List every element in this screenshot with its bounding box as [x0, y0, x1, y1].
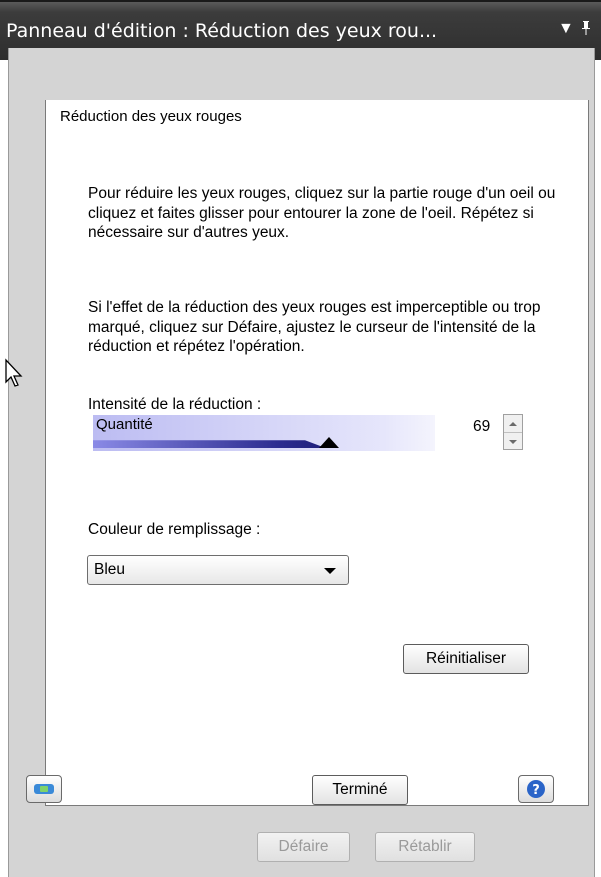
- spin-up-button[interactable]: [504, 415, 522, 432]
- help-icon: ?: [527, 780, 545, 798]
- arrow-up-icon: [509, 421, 517, 426]
- slider-label: Quantité: [96, 416, 153, 433]
- panel-frame: Réduction des yeux rouges Pour réduire l…: [8, 48, 595, 877]
- help-button[interactable]: ?: [518, 775, 554, 803]
- window-title: Panneau d'édition : Réduction des yeux r…: [6, 20, 438, 42]
- redo-button[interactable]: Rétablir: [375, 832, 475, 862]
- intensity-value[interactable]: 69: [473, 418, 490, 436]
- undo-button[interactable]: Défaire: [257, 832, 350, 862]
- panel-menu-icon[interactable]: ▼: [558, 20, 574, 38]
- slider-thumb[interactable]: [318, 437, 339, 448]
- intensity-label: Intensité de la réduction :: [88, 396, 262, 413]
- photo-tools-icon: [34, 784, 54, 794]
- mouse-cursor-icon: [5, 358, 23, 387]
- slider-track[interactable]: [93, 440, 326, 448]
- arrow-down-icon: [509, 439, 517, 444]
- instructions-paragraph: Pour réduire les yeux rouges, cliquez su…: [88, 185, 556, 241]
- panel-heading: Réduction des yeux rouges: [60, 108, 242, 125]
- reset-button[interactable]: Réinitialiser: [403, 644, 529, 674]
- intensity-slider[interactable]: Quantité: [93, 415, 435, 451]
- photo-tools-button[interactable]: [26, 775, 62, 803]
- edit-panel: Réduction des yeux rouges Pour réduire l…: [45, 100, 589, 806]
- pin-icon[interactable]: [580, 20, 592, 41]
- spin-down-button[interactable]: [504, 432, 522, 450]
- chevron-down-icon: [324, 568, 336, 574]
- help-paragraph: Si l'effet de la réduction des yeux roug…: [88, 299, 541, 355]
- fill-color-select[interactable]: Bleu: [87, 555, 349, 585]
- done-button[interactable]: Terminé: [312, 775, 408, 805]
- fill-color-label: Couleur de remplissage :: [88, 521, 261, 538]
- svg-text:?: ?: [532, 783, 540, 798]
- fill-color-value: Bleu: [94, 561, 126, 578]
- intensity-spinner[interactable]: [503, 414, 523, 450]
